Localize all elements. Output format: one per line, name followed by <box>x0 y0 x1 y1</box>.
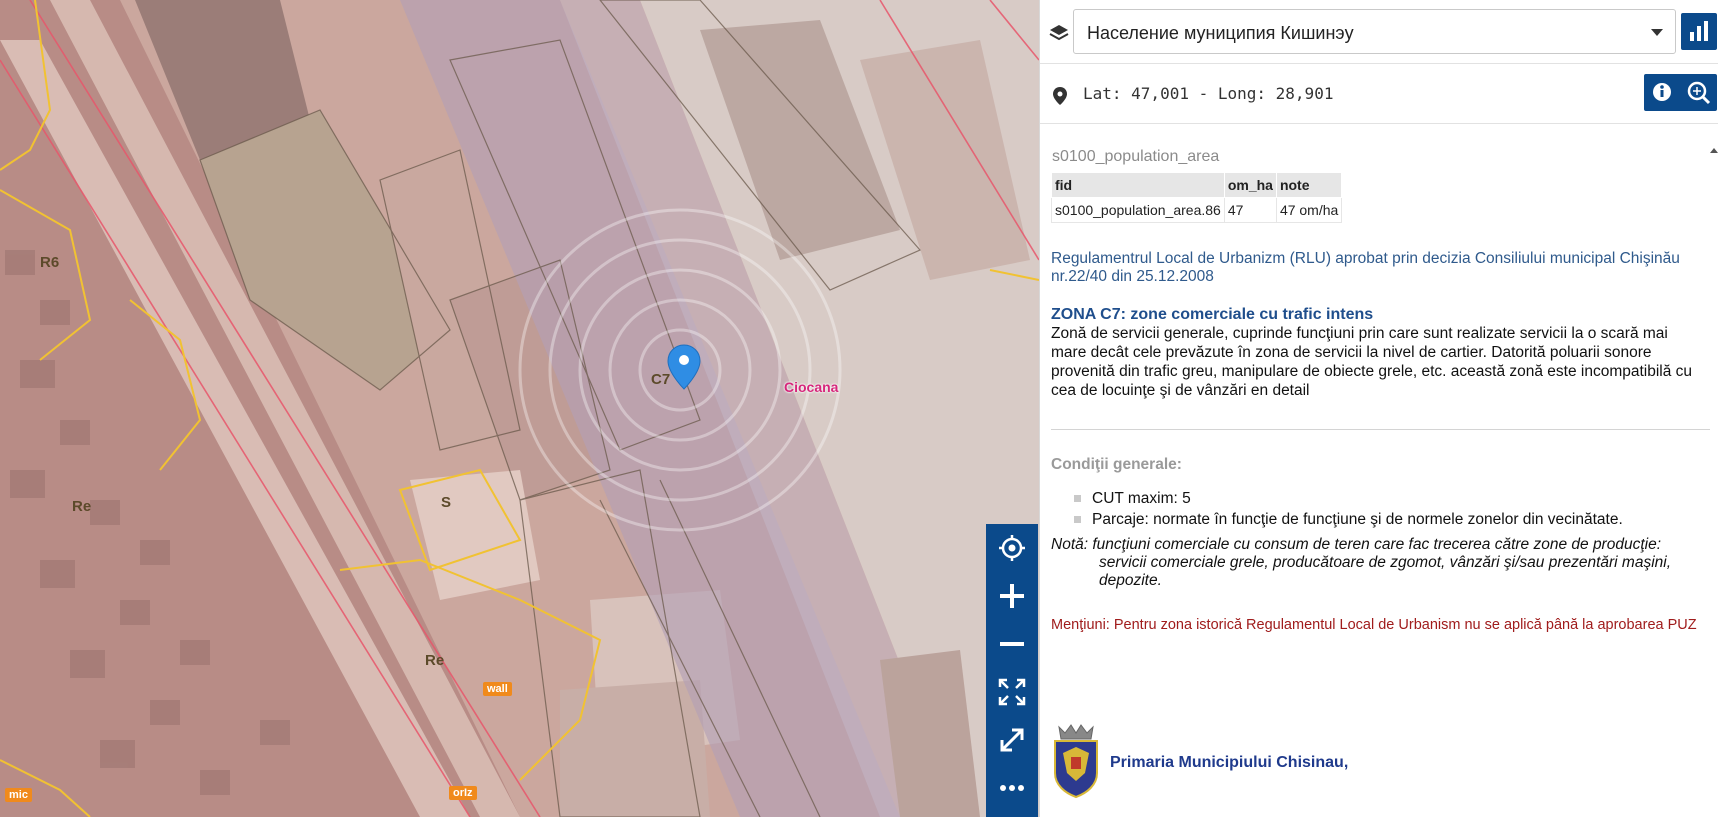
info-icon <box>1653 83 1671 101</box>
table-cell: s0100_population_area.86 <box>1051 197 1225 223</box>
zone-description: Zonă de servicii generale, cuprinde func… <box>1051 325 1693 399</box>
dataset-title: s0100_population_area <box>1052 148 1220 165</box>
poi-tag-oriz: orIz <box>449 786 477 800</box>
more-button[interactable] <box>986 764 1038 812</box>
fit-extent-icon <box>998 678 1026 706</box>
conditions-list: CUT maxim: 5 Parcaje: normate în funcţie… <box>1074 488 1623 530</box>
note: Notă: funcţiuni comerciale cu consum de … <box>1051 536 1711 590</box>
more-icon <box>1000 785 1024 791</box>
note-label: Notă: <box>1051 536 1089 553</box>
zoom-in-icon <box>1000 584 1024 608</box>
chevron-down-icon <box>1651 29 1663 36</box>
map-toolbar <box>986 524 1038 817</box>
layer-select[interactable]: Население муниципия Кишинэу <box>1073 9 1676 54</box>
coordinates-readout: Lat: 47,001 - Long: 28,901 <box>1083 84 1334 103</box>
search-map-icon <box>1687 81 1711 105</box>
mentions-text: Menţiuni: Pentru zona istorică Regulamen… <box>1051 617 1697 633</box>
locate-icon <box>999 535 1025 561</box>
coordinate-actions <box>1644 74 1717 111</box>
info-panel: Население муниципия Кишинэу Lat: 47,001 … <box>1039 0 1718 817</box>
map-basemap <box>0 0 1039 817</box>
info-button[interactable] <box>1644 74 1680 111</box>
note-text-2: servicii comerciale grele, producătoare … <box>1099 554 1672 589</box>
location-pin-icon <box>1053 87 1067 105</box>
zoom-to-feature-button[interactable] <box>1680 74 1717 111</box>
table-row: s0100_population_area.86 47 47 om/ha <box>1051 197 1343 223</box>
layers-icon <box>1049 25 1069 41</box>
organization-name: Primaria Municipiului Chisinau, <box>1110 754 1349 771</box>
zone-label-re-2: Re <box>425 652 445 669</box>
note-text-1: funcţiuni comerciale cu consum de teren … <box>1092 536 1662 553</box>
feature-info-content: s0100_population_area fid om_ha note s01… <box>1040 136 1716 817</box>
conditions-title: Condiţii generale: <box>1051 456 1182 473</box>
location-marker-icon[interactable] <box>666 343 702 391</box>
poi-tag-mic: mic <box>5 788 32 802</box>
rlu-reference-link[interactable]: Regulamentrul Local de Urbanizm (RLU) ap… <box>1051 250 1701 286</box>
fit-extent-button[interactable] <box>986 668 1038 716</box>
list-item: Parcaje: normate în funcţie de funcţiune… <box>1074 509 1623 530</box>
fullscreen-icon <box>1000 728 1024 752</box>
divider <box>1051 429 1710 430</box>
poi-tag-wall: wall <box>483 682 512 696</box>
zone-label-re: Re <box>72 498 92 515</box>
column-header: note <box>1275 172 1343 198</box>
fullscreen-button[interactable] <box>986 716 1038 764</box>
locate-button[interactable] <box>986 524 1038 572</box>
map-view[interactable]: C7 R6 Re S Re Ciocana wall orIz mic <box>0 0 1039 817</box>
bar-chart-icon <box>1690 21 1708 41</box>
zone-label-s: S <box>441 494 452 511</box>
table-cell: 47 om/ha <box>1275 197 1343 223</box>
zone-label-r6: R6 <box>40 254 60 271</box>
zoom-out-button[interactable] <box>986 620 1038 668</box>
table-cell: 47 <box>1223 197 1277 223</box>
statistics-button[interactable] <box>1681 13 1717 50</box>
coordinates-row: Lat: 47,001 - Long: 28,901 <box>1040 64 1718 124</box>
coat-of-arms-logo <box>1054 724 1098 799</box>
attribute-table: fid om_ha note s0100_population_area.86 … <box>1051 172 1343 223</box>
layer-select-value: Население муниципия Кишинэу <box>1087 23 1354 43</box>
zoom-in-button[interactable] <box>986 572 1038 620</box>
zone-title: ZONA C7: zone comerciale cu trafic inten… <box>1051 306 1374 323</box>
column-header: om_ha <box>1223 172 1277 198</box>
zoom-out-icon <box>1000 642 1024 646</box>
column-header: fid <box>1051 172 1225 198</box>
district-label: Ciocana <box>784 379 839 395</box>
layer-row: Население муниципия Кишинэу <box>1040 0 1718 64</box>
list-item: CUT maxim: 5 <box>1074 488 1623 509</box>
